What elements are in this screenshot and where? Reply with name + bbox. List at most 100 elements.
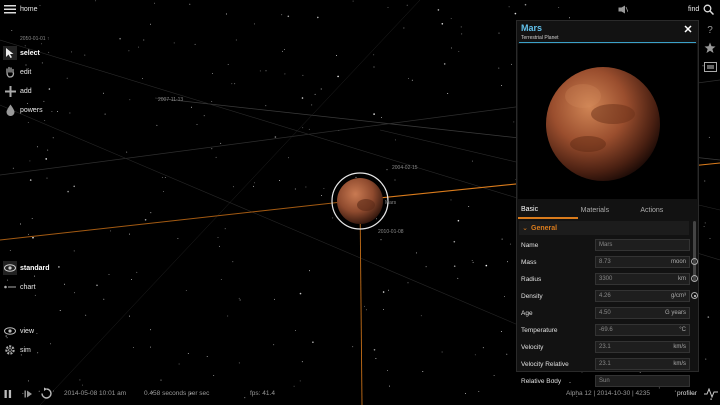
star-icon[interactable] xyxy=(702,40,718,56)
star xyxy=(85,314,87,316)
search-icon[interactable] xyxy=(703,2,714,16)
star xyxy=(281,50,283,52)
star xyxy=(110,230,112,232)
profiler-button[interactable]: profiler xyxy=(677,390,697,397)
star xyxy=(136,271,138,273)
star xyxy=(704,222,706,224)
age-field[interactable]: 4.50 G years xyxy=(595,307,690,319)
velocity-field[interactable]: 23.1 km/s xyxy=(595,341,690,353)
star xyxy=(265,70,267,72)
star xyxy=(511,63,512,65)
rewind-icon[interactable] xyxy=(40,387,53,402)
star xyxy=(312,341,314,344)
pause-icon[interactable] xyxy=(4,389,12,401)
star xyxy=(294,188,296,190)
trajectory-line xyxy=(0,199,361,241)
name-field[interactable]: Mars xyxy=(595,239,690,251)
star xyxy=(380,239,382,241)
lock-radio[interactable] xyxy=(691,292,698,299)
menu-chart[interactable]: chart xyxy=(3,280,36,294)
panel-scrollbar[interactable] xyxy=(693,221,696,281)
property-label: Mass xyxy=(521,258,537,266)
property-value: 4.26 xyxy=(599,293,611,299)
star xyxy=(231,83,233,85)
tab-actions[interactable]: Actions xyxy=(637,201,697,219)
star xyxy=(441,351,443,353)
star xyxy=(143,39,145,41)
datetime-readout[interactable]: 2014-05-08 10:01 am xyxy=(64,390,126,397)
star xyxy=(163,191,164,192)
date-label: 2010-01-08 xyxy=(378,229,404,235)
star xyxy=(128,50,130,52)
star xyxy=(373,66,375,68)
star xyxy=(129,315,130,317)
star xyxy=(104,113,106,115)
star xyxy=(211,101,213,103)
radius-field[interactable]: 3300 km xyxy=(595,273,690,285)
property-row: Name Mars xyxy=(519,238,691,252)
lock-radio[interactable] xyxy=(691,258,698,265)
menu-home[interactable]: home xyxy=(3,2,38,16)
property-unit: moon xyxy=(670,259,686,265)
orbit-line xyxy=(0,104,531,331)
panel-title: Mars xyxy=(521,23,543,33)
star xyxy=(453,240,456,243)
date-label: 2004-02-15 xyxy=(392,165,418,171)
star xyxy=(27,380,29,382)
star xyxy=(232,186,234,188)
star xyxy=(301,97,304,99)
property-label: Density xyxy=(521,292,543,300)
star xyxy=(227,315,229,317)
menu-sim[interactable]: sim xyxy=(3,343,31,357)
lock-radio[interactable] xyxy=(691,275,698,282)
star xyxy=(274,136,277,138)
star xyxy=(224,228,226,230)
pulse-icon[interactable] xyxy=(704,387,718,400)
close-icon[interactable] xyxy=(684,25,694,35)
property-row: Age 4.50 G years xyxy=(519,306,691,320)
menu-add[interactable]: add xyxy=(3,84,32,98)
menu-standard[interactable]: standard xyxy=(3,261,50,275)
star xyxy=(373,54,375,56)
eye-icon xyxy=(3,324,17,338)
section-general[interactable]: ⌄ General xyxy=(519,221,689,235)
star xyxy=(464,392,466,394)
star xyxy=(31,218,33,219)
star xyxy=(513,121,515,123)
time-rate-readout[interactable]: 0.458 seconds per sec xyxy=(144,390,209,397)
temperature-field[interactable]: -69.6 °C xyxy=(595,324,690,336)
mass-field[interactable]: 8.73 moon xyxy=(595,256,690,268)
tab-materials[interactable]: Materials xyxy=(578,201,638,219)
star xyxy=(150,346,151,348)
relative-body-field[interactable]: Sun xyxy=(595,375,690,387)
star xyxy=(383,308,384,310)
screen-icon[interactable] xyxy=(702,59,718,75)
star xyxy=(302,127,304,129)
help-icon[interactable]: ? xyxy=(702,22,718,38)
menu-edit[interactable]: edit xyxy=(3,65,31,79)
tab-basic[interactable]: Basic xyxy=(518,201,578,219)
speaker-icon[interactable] xyxy=(618,2,628,16)
step-forward-icon[interactable] xyxy=(24,389,33,401)
star xyxy=(52,137,54,139)
menu-powers[interactable]: powers xyxy=(3,103,43,117)
property-value: Mars xyxy=(599,242,613,248)
menu-select[interactable]: select xyxy=(3,46,40,60)
star xyxy=(244,397,246,399)
star xyxy=(381,117,382,118)
menu-home-label: home xyxy=(20,5,38,13)
menu-view[interactable]: view xyxy=(3,324,34,338)
star xyxy=(265,105,267,107)
find-button[interactable]: find xyxy=(688,2,699,16)
property-row: Mass 8.73 moon xyxy=(519,255,698,269)
star xyxy=(150,329,152,331)
star xyxy=(355,176,357,178)
star xyxy=(352,0,354,2)
date-label: 2007-11-13 xyxy=(158,97,183,103)
velocity-relative-field[interactable]: 23.1 km/s xyxy=(595,358,690,370)
density-field[interactable]: 4.26 g/cm³ xyxy=(595,290,690,302)
star xyxy=(501,85,503,86)
mars-highlight xyxy=(565,84,601,108)
star xyxy=(177,237,179,239)
star xyxy=(420,315,422,317)
